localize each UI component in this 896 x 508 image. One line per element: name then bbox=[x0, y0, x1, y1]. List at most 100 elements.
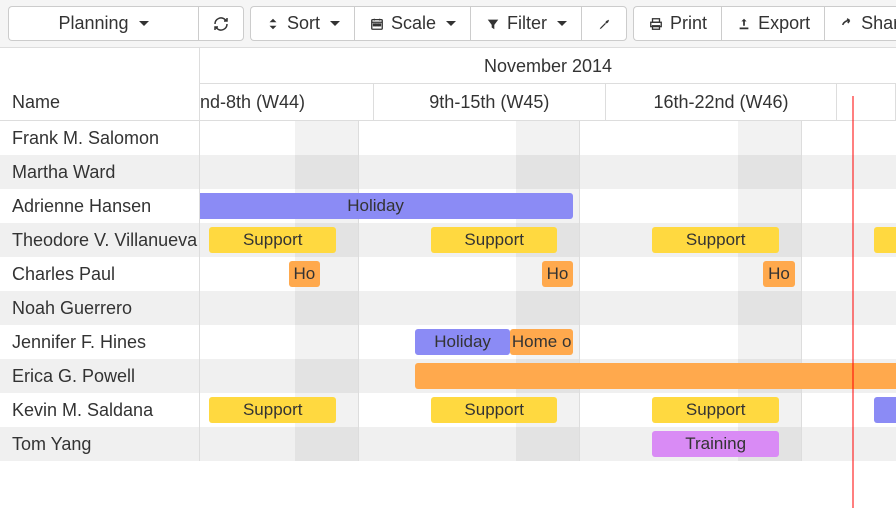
view-group: Planning bbox=[8, 6, 244, 41]
gantt-header: Name November 2014 nd-8th (W44)9th-15th … bbox=[0, 48, 896, 121]
calendar-icon bbox=[369, 16, 385, 32]
gantt-row: Charles Paul Ho Ho Ho bbox=[0, 257, 896, 291]
day-cell bbox=[359, 155, 391, 189]
resource-name[interactable]: Charles Paul bbox=[0, 257, 200, 291]
event-bar[interactable]: Support bbox=[209, 227, 336, 253]
resource-name[interactable]: Frank M. Salomon bbox=[0, 121, 200, 155]
day-cell bbox=[485, 427, 517, 461]
refresh-button[interactable] bbox=[198, 6, 244, 41]
day-cell bbox=[706, 257, 738, 291]
row-timeline[interactable]: Support Support Support bbox=[200, 393, 896, 427]
event-bar[interactable]: Holiday bbox=[200, 193, 573, 219]
share-button[interactable]: Share bbox=[824, 6, 896, 41]
row-timeline[interactable] bbox=[200, 121, 896, 155]
resource-name[interactable]: Jennifer F. Hines bbox=[0, 325, 200, 359]
resource-name[interactable]: Adrienne Hansen bbox=[0, 189, 200, 223]
event-bar[interactable]: Ho bbox=[763, 261, 795, 287]
day-cell bbox=[263, 427, 295, 461]
view-dropdown[interactable]: Planning bbox=[8, 6, 198, 41]
day-cell bbox=[453, 257, 485, 291]
day-cell bbox=[295, 121, 327, 155]
event-bar[interactable]: Home office bbox=[415, 363, 896, 389]
settings-button[interactable] bbox=[581, 6, 627, 41]
row-timeline[interactable]: Support Support Support bbox=[200, 223, 896, 257]
day-cell bbox=[612, 393, 644, 427]
resource-name[interactable]: Erica G. Powell bbox=[0, 359, 200, 393]
day-cell bbox=[548, 121, 581, 155]
event-bar[interactable]: Support bbox=[652, 397, 779, 423]
gantt-row: Noah Guerrero bbox=[0, 291, 896, 325]
gantt-row: Kevin M. Saldana Support Support Support bbox=[0, 393, 896, 427]
day-cell bbox=[769, 155, 802, 189]
row-timeline[interactable]: Training bbox=[200, 427, 896, 461]
day-cell bbox=[769, 121, 802, 155]
day-cell bbox=[516, 427, 548, 461]
gantt-row: Erica G. Powell Home office bbox=[0, 359, 896, 393]
share-label: Share bbox=[861, 13, 896, 34]
event-bar[interactable]: Support bbox=[431, 397, 558, 423]
day-cell bbox=[516, 155, 548, 189]
day-cell bbox=[706, 155, 738, 189]
day-cell bbox=[263, 155, 295, 189]
row-timeline[interactable] bbox=[200, 291, 896, 325]
day-cell bbox=[295, 155, 327, 189]
export-icon bbox=[736, 16, 752, 32]
row-timeline[interactable]: Home office bbox=[200, 359, 896, 393]
event-bar[interactable]: Training bbox=[652, 431, 779, 457]
day-cell bbox=[359, 121, 391, 155]
day-cell bbox=[833, 325, 865, 359]
day-cell bbox=[865, 189, 896, 223]
event-bar[interactable]: Home o bbox=[510, 329, 573, 355]
day-cell bbox=[485, 155, 517, 189]
event-bar[interactable]: Support bbox=[431, 227, 558, 253]
gantt-body: Frank M. SalomonMartha WardAdrienne Hans… bbox=[0, 121, 896, 461]
day-cell bbox=[833, 189, 865, 223]
refresh-icon bbox=[213, 16, 229, 32]
print-button[interactable]: Print bbox=[633, 6, 721, 41]
day-cell bbox=[706, 189, 738, 223]
view-options-group: Sort Scale Filter bbox=[250, 6, 627, 41]
name-column-header[interactable]: Name bbox=[0, 48, 200, 120]
row-timeline[interactable]: Holiday bbox=[200, 189, 896, 223]
day-cell bbox=[326, 121, 359, 155]
event-bar[interactable] bbox=[874, 227, 896, 253]
resource-name[interactable]: Kevin M. Saldana bbox=[0, 393, 200, 427]
day-cell bbox=[865, 427, 896, 461]
day-cell bbox=[200, 121, 232, 155]
export-button[interactable]: Export bbox=[721, 6, 824, 41]
filter-label: Filter bbox=[507, 13, 547, 34]
day-cell bbox=[833, 223, 865, 257]
day-cell bbox=[738, 189, 770, 223]
event-bar[interactable]: Support bbox=[209, 397, 336, 423]
event-bar[interactable]: Ho bbox=[289, 261, 321, 287]
scale-dropdown[interactable]: Scale bbox=[354, 6, 470, 41]
day-cell bbox=[232, 155, 264, 189]
day-cell bbox=[643, 325, 675, 359]
day-cell bbox=[326, 427, 359, 461]
day-cell bbox=[359, 427, 391, 461]
event-bar[interactable]: Ho bbox=[542, 261, 574, 287]
row-timeline[interactable] bbox=[200, 155, 896, 189]
filter-dropdown[interactable]: Filter bbox=[470, 6, 581, 41]
row-timeline[interactable]: HolidayHome o bbox=[200, 325, 896, 359]
scale-label: Scale bbox=[391, 13, 436, 34]
row-timeline[interactable]: Ho Ho Ho bbox=[200, 257, 896, 291]
week-header bbox=[837, 84, 896, 120]
day-cell bbox=[200, 155, 232, 189]
gantt-row: Martha Ward bbox=[0, 155, 896, 189]
day-cell bbox=[612, 223, 644, 257]
resource-name[interactable]: Theodore V. Villanueva bbox=[0, 223, 200, 257]
event-bar[interactable]: Holiday bbox=[415, 329, 510, 355]
day-cell bbox=[295, 325, 327, 359]
caret-down-icon bbox=[330, 21, 340, 26]
event-bar[interactable] bbox=[874, 397, 896, 423]
gantt-chart: Name November 2014 nd-8th (W44)9th-15th … bbox=[0, 48, 896, 461]
event-bar[interactable]: Support bbox=[652, 227, 779, 253]
day-cell bbox=[453, 291, 485, 325]
day-cell bbox=[485, 257, 517, 291]
sort-dropdown[interactable]: Sort bbox=[250, 6, 354, 41]
resource-name[interactable]: Martha Ward bbox=[0, 155, 200, 189]
resource-name[interactable]: Noah Guerrero bbox=[0, 291, 200, 325]
day-cell bbox=[263, 291, 295, 325]
resource-name[interactable]: Tom Yang bbox=[0, 427, 200, 461]
